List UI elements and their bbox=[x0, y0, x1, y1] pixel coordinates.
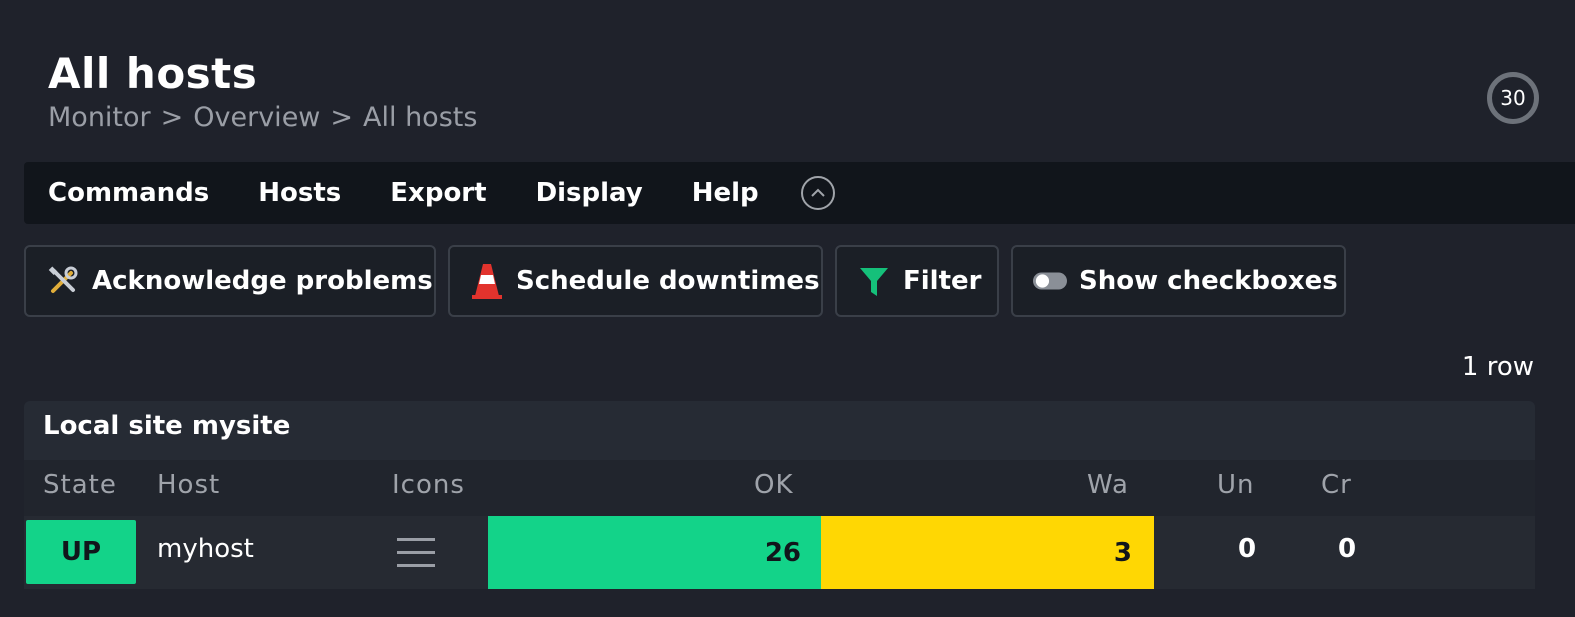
show-checkboxes-label: Show checkboxes bbox=[1079, 266, 1338, 296]
host-state-badge: UP bbox=[26, 520, 136, 584]
site-group-title: Local site mysite bbox=[43, 411, 291, 441]
schedule-downtimes-label: Schedule downtimes bbox=[516, 266, 820, 296]
breadcrumb-all-hosts[interactable]: All hosts bbox=[363, 100, 477, 136]
acknowledge-problems-label: Acknowledge problems bbox=[92, 266, 433, 296]
page-title: All hosts bbox=[48, 49, 258, 98]
breadcrumb-monitor[interactable]: Monitor bbox=[48, 100, 151, 136]
funnel-icon bbox=[857, 261, 891, 301]
refresh-counter: 30 bbox=[1500, 86, 1526, 110]
table-row: UP myhost 26 3 0 0 bbox=[24, 516, 1535, 589]
breadcrumb: Monitor > Overview > All hosts bbox=[48, 100, 477, 136]
column-header-state[interactable]: State bbox=[43, 470, 117, 500]
schedule-downtimes-button[interactable]: Schedule downtimes bbox=[448, 245, 823, 317]
services-warn-count[interactable]: 3 bbox=[821, 516, 1154, 589]
column-header-warn[interactable]: Wa bbox=[1087, 470, 1129, 500]
menu-commands[interactable]: Commands bbox=[48, 178, 209, 208]
column-header-critical[interactable]: Cr bbox=[1321, 470, 1352, 500]
show-checkboxes-button[interactable]: Show checkboxes bbox=[1011, 245, 1346, 317]
breadcrumb-overview[interactable]: Overview bbox=[193, 100, 320, 136]
breadcrumb-separator: > bbox=[160, 102, 184, 133]
filter-button[interactable]: Filter bbox=[835, 245, 999, 317]
chevron-up-icon bbox=[810, 188, 825, 197]
table-header-row: State Host Icons OK Wa Un Cr bbox=[24, 460, 1535, 516]
menu-export[interactable]: Export bbox=[390, 178, 486, 208]
column-header-ok[interactable]: OK bbox=[754, 470, 794, 500]
toggle-icon bbox=[1033, 261, 1067, 301]
breadcrumb-separator: > bbox=[330, 102, 354, 133]
row-count: 1 row bbox=[1461, 352, 1534, 382]
host-name-link[interactable]: myhost bbox=[157, 534, 254, 564]
services-critical-count[interactable]: 0 bbox=[1338, 534, 1356, 564]
refresh-countdown-button[interactable]: 30 bbox=[1487, 72, 1539, 124]
menu-hosts[interactable]: Hosts bbox=[258, 178, 341, 208]
services-unknown-count[interactable]: 0 bbox=[1238, 534, 1256, 564]
action-menu-icon[interactable] bbox=[397, 538, 435, 568]
wrench-screwdriver-icon bbox=[46, 261, 80, 301]
hosts-table: Local site mysite State Host Icons OK Wa… bbox=[24, 401, 1535, 589]
column-header-icons[interactable]: Icons bbox=[392, 470, 465, 500]
page: All hosts Monitor > Overview > All hosts… bbox=[0, 0, 1575, 617]
collapse-menu-button[interactable] bbox=[800, 176, 835, 210]
page-menu-bar: Commands Hosts Export Display Help bbox=[24, 162, 1575, 224]
services-ok-count[interactable]: 26 bbox=[488, 516, 821, 589]
menu-display[interactable]: Display bbox=[536, 178, 643, 208]
menu-help[interactable]: Help bbox=[692, 178, 759, 208]
column-header-unknown[interactable]: Un bbox=[1217, 470, 1255, 500]
ok-count-value: 26 bbox=[764, 537, 801, 568]
column-header-host[interactable]: Host bbox=[157, 470, 220, 500]
traffic-cone-icon bbox=[470, 261, 504, 301]
filter-label: Filter bbox=[903, 266, 982, 296]
warn-count-value: 3 bbox=[1113, 537, 1132, 568]
acknowledge-problems-button[interactable]: Acknowledge problems bbox=[24, 245, 436, 317]
